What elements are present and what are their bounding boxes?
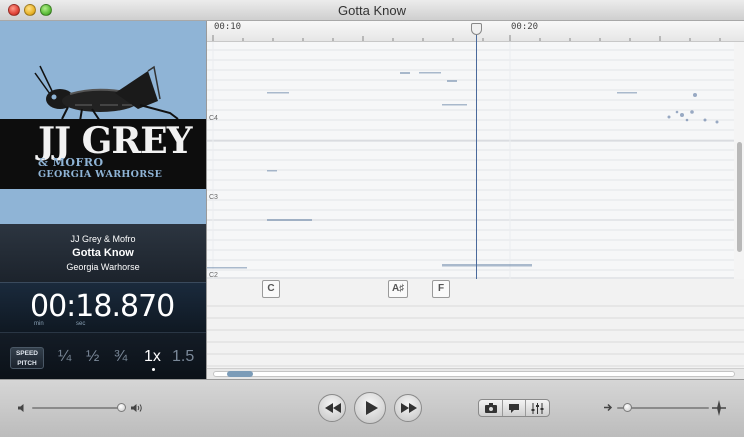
chord-chip-f[interactable]: F bbox=[432, 280, 450, 298]
volume-high-icon bbox=[131, 404, 142, 412]
time-display: 00:18.870 min sec bbox=[0, 282, 206, 333]
pitch-label-c2: C2 bbox=[209, 272, 218, 279]
ruler-mark-20s: 00:20 bbox=[511, 22, 539, 32]
speed-option-quarter[interactable]: ¼ bbox=[58, 348, 71, 366]
speed-option-half[interactable]: ½ bbox=[86, 348, 99, 366]
chord-chip-c[interactable]: C bbox=[262, 280, 280, 298]
speed-label: SPEED bbox=[15, 350, 39, 357]
play-icon bbox=[366, 401, 378, 415]
track-info: JJ Grey & Mofro Gotta Know Georgia Warho… bbox=[0, 224, 206, 282]
grasshopper-image bbox=[34, 65, 179, 122]
speed-option-1-5[interactable]: 1.5 bbox=[172, 348, 194, 366]
rewind-icon bbox=[325, 403, 341, 413]
ruler-mark-10s: 00:10 bbox=[214, 22, 242, 32]
camera-icon[interactable] bbox=[485, 403, 497, 413]
volume-low-icon bbox=[18, 404, 24, 412]
zoom-out-icon[interactable] bbox=[604, 403, 614, 412]
playhead-handle[interactable] bbox=[471, 23, 482, 35]
view-options-segmented bbox=[478, 399, 550, 417]
pitch-label: PITCH bbox=[17, 360, 37, 367]
pitch-label-c4: C4 bbox=[209, 115, 218, 122]
segment-divider bbox=[525, 400, 526, 416]
zoom-slider-knob[interactable] bbox=[623, 403, 632, 412]
play-button[interactable] bbox=[354, 392, 386, 424]
time-min-label: min bbox=[34, 321, 44, 327]
fast-forward-button[interactable] bbox=[394, 394, 422, 422]
speed-option-1x[interactable]: 1x bbox=[144, 348, 161, 366]
track-title: Gotta Know bbox=[72, 247, 134, 259]
fast-forward-icon bbox=[401, 403, 417, 413]
speech-bubble-icon[interactable] bbox=[508, 403, 520, 414]
volume-slider-knob[interactable] bbox=[117, 403, 126, 412]
track-artist: JJ Grey & Mofro bbox=[70, 234, 136, 244]
vertical-scroll-thumb[interactable] bbox=[737, 142, 742, 252]
track-album: Georgia Warhorse bbox=[66, 262, 140, 272]
speed-controls: SPEED PITCH ¼ ½ ¾ 1x 1.5 bbox=[0, 332, 206, 380]
album-art: JJ GREY & MOFRO GEORGIA WARHORSE bbox=[0, 21, 206, 224]
window-title: Gotta Know bbox=[338, 3, 406, 18]
vertical-scrollbar[interactable] bbox=[734, 42, 744, 279]
left-panel: JJ GREY & MOFRO GEORGIA WARHORSE JJ Grey… bbox=[0, 21, 206, 380]
selected-speed-indicator bbox=[152, 368, 155, 371]
album-logo: JJ GREY bbox=[38, 120, 192, 162]
time-sec-label: sec bbox=[76, 321, 86, 327]
chord-chip-a-sharp[interactable]: A♯ bbox=[388, 280, 409, 298]
speed-pitch-toggle[interactable]: SPEED PITCH bbox=[10, 347, 44, 369]
chord-lane bbox=[207, 279, 744, 368]
horizontal-scroll-track[interactable] bbox=[213, 371, 735, 377]
title-bar: Gotta Know bbox=[0, 0, 744, 21]
speed-option-three-quarter[interactable]: ¾ bbox=[114, 348, 127, 366]
playhead-line bbox=[476, 29, 477, 279]
app-window: Gotta Know JJ GREY & MOFRO GEORGIA WARHO… bbox=[0, 0, 744, 437]
spectrogram-area[interactable]: 00:10 00:20 C4 C3 C2 C A♯ F bbox=[206, 21, 744, 380]
album-logo-title: GEORGIA WARHORSE bbox=[38, 169, 163, 180]
horizontal-scroll-thumb[interactable] bbox=[227, 371, 253, 377]
rewind-button[interactable] bbox=[318, 394, 346, 422]
pitch-label-c3: C3 bbox=[209, 194, 218, 201]
bottom-toolbar bbox=[0, 379, 744, 437]
volume-slider-track[interactable] bbox=[32, 407, 124, 409]
album-logo-sub: & MOFRO bbox=[38, 156, 104, 169]
time-readout: 00:18.870 bbox=[30, 289, 175, 324]
pitch-grid bbox=[207, 42, 734, 279]
mixer-icon[interactable] bbox=[531, 403, 544, 414]
segment-divider bbox=[502, 400, 503, 416]
zoom-in-icon[interactable] bbox=[712, 400, 726, 416]
